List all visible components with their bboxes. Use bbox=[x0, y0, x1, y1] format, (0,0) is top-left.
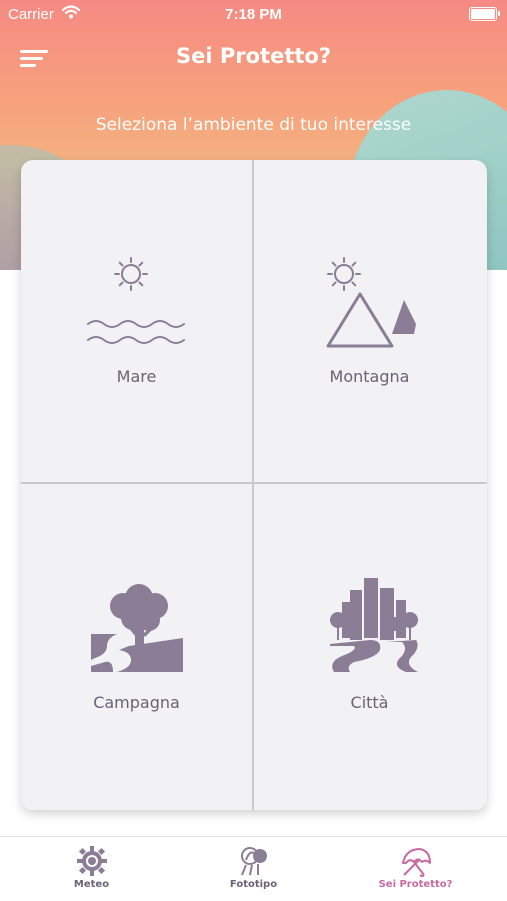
environment-grid: Mare Montagna Campagna Città bbox=[21, 160, 487, 810]
tab-sei-protetto[interactable]: Sei Protetto? bbox=[331, 837, 500, 901]
phototype-icon bbox=[240, 847, 267, 876]
umbrella-icon bbox=[401, 848, 431, 877]
battery-icon bbox=[469, 7, 500, 21]
page-title: Sei Protetto? bbox=[175, 44, 332, 68]
environment-montagna-button[interactable]: Montagna bbox=[254, 160, 485, 482]
environment-campagna-button[interactable]: Campagna bbox=[21, 484, 252, 806]
status-bar: Carrier 7:18 PM bbox=[0, 0, 507, 28]
tab-label: Sei Protetto? bbox=[378, 879, 453, 890]
environment-label: Montagna bbox=[329, 367, 410, 386]
city-icon bbox=[330, 578, 418, 672]
countryside-icon bbox=[91, 584, 183, 672]
environment-mare-button[interactable]: Mare bbox=[21, 160, 252, 482]
mountain-icon bbox=[326, 257, 416, 348]
status-time: 7:18 PM bbox=[225, 6, 282, 23]
environment-label: Città bbox=[350, 693, 389, 712]
environment-citta-button[interactable]: Città bbox=[254, 484, 485, 806]
environment-label: Campagna bbox=[93, 693, 180, 712]
tab-bar: Meteo Fototipo Sei Protetto? bbox=[0, 836, 507, 901]
environment-label: Mare bbox=[116, 367, 157, 386]
sun-gear-icon bbox=[76, 846, 107, 876]
tab-meteo[interactable]: Meteo bbox=[7, 837, 176, 901]
sea-icon bbox=[87, 257, 185, 344]
tab-label: Fototipo bbox=[229, 879, 278, 890]
tab-fototipo[interactable]: Fototipo bbox=[169, 837, 338, 901]
page-subtitle: Seleziona l’ambiente di tuo interesse bbox=[95, 115, 412, 135]
tab-label: Meteo bbox=[73, 879, 110, 890]
